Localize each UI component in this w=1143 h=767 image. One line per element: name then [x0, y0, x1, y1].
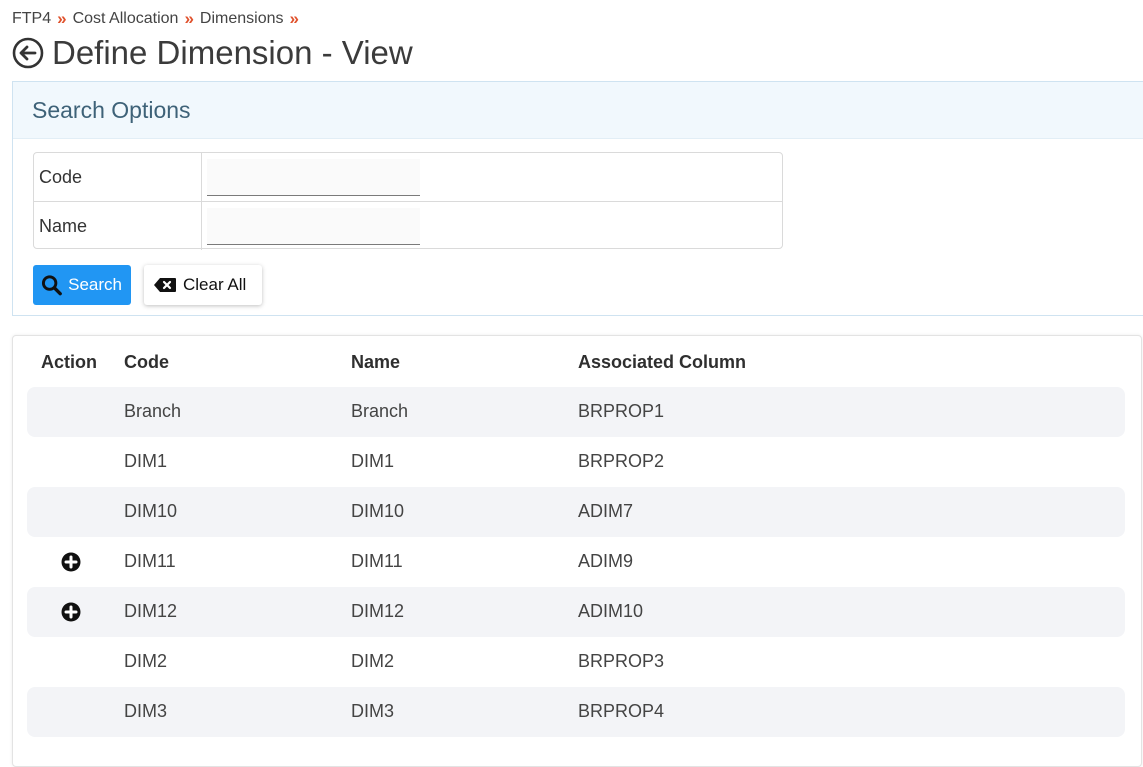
cell-name: Branch — [351, 401, 409, 421]
search-options-header: Search Options — [13, 82, 1143, 139]
dimensions-grid: Action Code Name Associated Column Branc… — [12, 335, 1142, 767]
code-label: Code — [34, 153, 202, 201]
name-input[interactable] — [207, 207, 420, 245]
column-header-action[interactable]: Action — [41, 352, 127, 373]
table-row[interactable]: Branch Branch BRPROP1 — [27, 387, 1125, 437]
page-title: Define Dimension - View — [52, 34, 413, 71]
name-field-cell — [202, 202, 420, 250]
grid-rows: Branch Branch BRPROP1 DIM1 DIM1 BRPROP2 … — [27, 387, 1125, 737]
search-button[interactable]: Search — [33, 265, 131, 305]
backspace-icon — [154, 278, 176, 292]
breadcrumb: FTP4 » Cost Allocation » Dimensions » — [12, 9, 305, 29]
code-field-cell — [202, 153, 420, 201]
table-row[interactable]: DIM12 DIM12 ADIM10 — [27, 587, 1125, 637]
code-row: Code — [34, 153, 782, 201]
cell-associated-column: ADIM7 — [578, 501, 634, 521]
table-row[interactable]: DIM10 DIM10 ADIM7 — [27, 487, 1125, 537]
cell-name: DIM10 — [351, 501, 405, 521]
cell-name: DIM3 — [351, 701, 395, 721]
search-button-label: Search — [68, 275, 122, 294]
cell-associated-column: ADIM9 — [578, 551, 634, 571]
cell-name: DIM12 — [351, 601, 405, 621]
plus-circle-icon[interactable] — [61, 552, 81, 572]
cell-associated-column: BRPROP3 — [578, 651, 665, 671]
breadcrumb-separator: » — [57, 9, 67, 28]
search-form: Code Name — [33, 152, 783, 250]
breadcrumb-separator: » — [184, 9, 194, 28]
plus-circle-icon[interactable] — [61, 602, 81, 622]
code-input[interactable] — [207, 158, 420, 196]
cell-associated-column: BRPROP1 — [578, 401, 665, 421]
name-row: Name — [34, 201, 782, 250]
cell-associated-column: BRPROP4 — [578, 701, 665, 721]
cell-code: Branch — [124, 401, 182, 421]
breadcrumb-separator: » — [289, 9, 299, 28]
clear-all-button-label: Clear All — [183, 275, 247, 294]
cell-code: DIM1 — [124, 451, 168, 471]
table-row[interactable]: DIM11 DIM11 ADIM9 — [27, 537, 1125, 587]
title-row: Define Dimension - View — [12, 34, 413, 72]
breadcrumb-item-ftp4[interactable]: FTP4 — [12, 10, 51, 28]
cell-associated-column: ADIM10 — [578, 601, 644, 621]
cell-name: DIM2 — [351, 651, 395, 671]
table-row[interactable]: DIM2 DIM2 BRPROP3 — [27, 637, 1125, 687]
cell-code: DIM10 — [124, 501, 178, 521]
grid-header: Action Code Name Associated Column — [27, 350, 1125, 376]
cell-code: DIM2 — [124, 651, 168, 671]
cell-code: DIM11 — [124, 551, 176, 571]
column-header-associated-column[interactable]: Associated Column — [578, 352, 746, 373]
column-header-name[interactable]: Name — [351, 352, 400, 373]
breadcrumb-item-cost-allocation[interactable]: Cost Allocation — [73, 10, 179, 28]
search-icon — [41, 275, 62, 296]
search-buttons: Search Clear All — [33, 265, 262, 305]
column-header-code[interactable]: Code — [124, 352, 169, 373]
cell-name: DIM1 — [351, 451, 395, 471]
name-label: Name — [34, 202, 202, 250]
table-row[interactable]: DIM1 DIM1 BRPROP2 — [27, 437, 1125, 487]
breadcrumb-item-dimensions[interactable]: Dimensions — [200, 10, 284, 28]
cell-associated-column: BRPROP2 — [578, 451, 665, 471]
back-arrow-icon[interactable] — [12, 37, 44, 69]
search-options-panel: Search Options Code Name Search Clear Al… — [12, 81, 1143, 316]
table-row[interactable]: DIM3 DIM3 BRPROP4 — [27, 687, 1125, 737]
cell-code: DIM3 — [124, 701, 168, 721]
cell-name: DIM11 — [351, 551, 403, 571]
clear-all-button[interactable]: Clear All — [144, 265, 262, 305]
cell-code: DIM12 — [124, 601, 178, 621]
